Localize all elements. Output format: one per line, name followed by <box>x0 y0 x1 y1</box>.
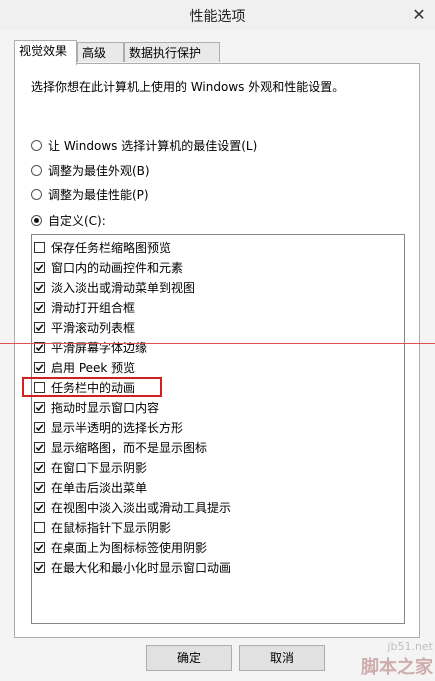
radio-label: 自定义(C): <box>48 214 106 228</box>
effect-label: 在单击后淡出菜单 <box>51 480 148 495</box>
ok-button[interactable]: 确定 <box>146 645 232 671</box>
checkbox-checked-icon[interactable] <box>34 541 45 553</box>
visual-effects-panel: 选择你想在此计算机上使用的 Windows 外观和性能设置。 让 Windows… <box>14 63 420 638</box>
radio-button[interactable] <box>31 140 42 151</box>
effect-item-5[interactable]: 平滑屏幕字体边缘 <box>34 337 147 357</box>
effect-label: 启用 Peek 预览 <box>51 360 136 375</box>
checkbox-checked-icon[interactable] <box>34 561 45 573</box>
checkbox-checked-icon[interactable] <box>34 421 45 433</box>
title-bar: 性能选项 ✕ <box>0 0 435 30</box>
effect-label: 拖动时显示窗口内容 <box>51 400 160 415</box>
tab-dep[interactable]: 数据执行保护 <box>124 42 220 62</box>
radio-label: 调整为最佳外观(B) <box>48 164 150 178</box>
effect-item-14[interactable]: 在鼠标指针下显示阴影 <box>34 517 171 537</box>
effect-item-6[interactable]: 启用 Peek 预览 <box>34 357 135 377</box>
window-title: 性能选项 <box>189 9 246 25</box>
checkbox-checked-icon[interactable] <box>34 501 45 513</box>
effect-label: 平滑滚动列表框 <box>51 320 136 335</box>
cancel-button[interactable]: 取消 <box>239 645 325 671</box>
close-icon[interactable]: ✕ <box>412 5 425 24</box>
effect-label: 窗口内的动画控件和元素 <box>51 260 184 275</box>
radio-option-3[interactable]: 自定义(C): <box>31 212 106 229</box>
effect-item-0[interactable]: 保存任务栏缩略图预览 <box>34 237 171 257</box>
highlight-box <box>22 377 162 397</box>
effect-label: 在窗口下显示阴影 <box>51 460 148 475</box>
effect-item-12[interactable]: 在单击后淡出菜单 <box>34 477 147 497</box>
watermark: jb51.net 脚本之家 <box>361 640 433 679</box>
watermark-url: jb51.net <box>387 640 433 653</box>
effect-item-15[interactable]: 在桌面上为图标标签使用阴影 <box>34 537 207 557</box>
effect-label: 在鼠标指针下显示阴影 <box>51 520 172 535</box>
watermark-name: 脚本之家 <box>361 657 433 678</box>
tab-advanced[interactable]: 高级 <box>77 42 124 62</box>
radio-button[interactable] <box>31 189 42 200</box>
checkbox-unchecked-icon[interactable] <box>34 241 45 253</box>
radio-option-2[interactable]: 调整为最佳性能(P) <box>31 186 149 203</box>
effect-label: 显示半透明的选择长方形 <box>51 420 184 435</box>
effect-item-11[interactable]: 在窗口下显示阴影 <box>34 457 147 477</box>
effect-item-13[interactable]: 在视图中淡入淡出或滑动工具提示 <box>34 497 231 517</box>
effect-item-10[interactable]: 显示缩略图，而不是显示图标 <box>34 437 207 457</box>
effect-label: 平滑屏幕字体边缘 <box>51 340 148 355</box>
effect-label: 淡入淡出或滑动菜单到视图 <box>51 280 196 295</box>
effect-item-9[interactable]: 显示半透明的选择长方形 <box>34 417 183 437</box>
description-text: 选择你想在此计算机上使用的 Windows 外观和性能设置。 <box>31 80 345 94</box>
effect-item-1[interactable]: 窗口内的动画控件和元素 <box>34 257 183 277</box>
tab-visual-effects[interactable]: 视觉效果 <box>14 40 77 65</box>
radio-label: 让 Windows 选择计算机的最佳设置(L) <box>48 139 258 153</box>
effect-label: 在视图中淡入淡出或滑动工具提示 <box>51 500 232 515</box>
radio-button[interactable] <box>31 165 42 176</box>
radio-label: 调整为最佳性能(P) <box>48 188 149 202</box>
red-guide-line <box>0 343 435 344</box>
effect-item-3[interactable]: 滑动打开组合框 <box>34 297 135 317</box>
checkbox-checked-icon[interactable] <box>34 441 45 453</box>
effect-label: 在桌面上为图标标签使用阴影 <box>51 540 208 555</box>
effect-label: 保存任务栏缩略图预览 <box>51 240 172 255</box>
checkbox-unchecked-icon[interactable] <box>34 521 45 533</box>
effect-item-4[interactable]: 平滑滚动列表框 <box>34 317 135 337</box>
checkbox-checked-icon[interactable] <box>34 401 45 413</box>
radio-option-1[interactable]: 调整为最佳外观(B) <box>31 162 150 179</box>
radio-option-0[interactable]: 让 Windows 选择计算机的最佳设置(L) <box>31 137 257 154</box>
effect-label: 在最大化和最小化时显示窗口动画 <box>51 560 232 575</box>
checkbox-checked-icon[interactable] <box>34 481 45 493</box>
effects-list[interactable]: 保存任务栏缩略图预览 窗口内的动画控件和元素 淡入淡出或滑动菜单到视图 滑动打开组合框… <box>31 234 405 624</box>
effect-item-16[interactable]: 在最大化和最小化时显示窗口动画 <box>34 557 231 577</box>
checkbox-checked-icon[interactable] <box>34 361 45 373</box>
effect-label: 滑动打开组合框 <box>51 300 136 315</box>
close-button[interactable]: ✕ <box>403 0 435 28</box>
effect-item-8[interactable]: 拖动时显示窗口内容 <box>34 397 159 417</box>
checkbox-checked-icon[interactable] <box>34 461 45 473</box>
checkbox-checked-icon[interactable] <box>34 301 45 313</box>
effect-label: 显示缩略图，而不是显示图标 <box>51 440 208 455</box>
checkbox-checked-icon[interactable] <box>34 321 45 333</box>
radio-button[interactable] <box>31 215 42 226</box>
checkbox-checked-icon[interactable] <box>34 261 45 273</box>
effect-item-2[interactable]: 淡入淡出或滑动菜单到视图 <box>34 277 195 297</box>
checkbox-checked-icon[interactable] <box>34 281 45 293</box>
